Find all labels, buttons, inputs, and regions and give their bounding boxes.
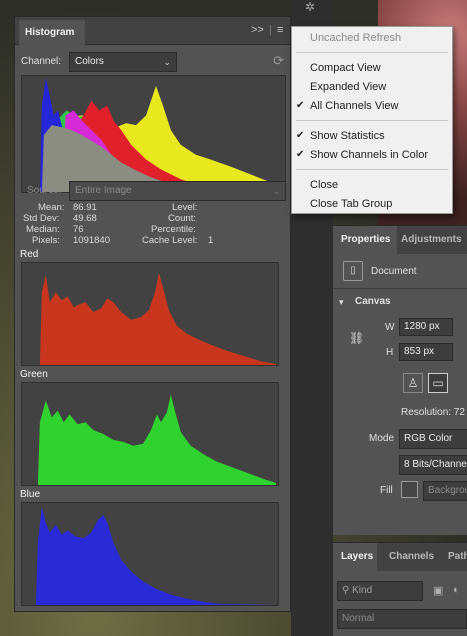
chevron-down-icon: ⌄ <box>272 186 280 196</box>
tab-layers[interactable]: Layers <box>333 543 377 571</box>
red-histogram-area <box>39 272 277 365</box>
refresh-icon[interactable]: ⟳ <box>273 53 284 69</box>
channel-select[interactable]: Colors ⌄ <box>69 52 177 72</box>
source-select-value: Entire Image <box>75 185 132 196</box>
fill-select[interactable]: Background <box>423 481 467 501</box>
menu-item-show-statistics[interactable]: Show Statistics <box>310 130 385 142</box>
properties-tab-bar: Properties Adjustments <box>333 226 467 254</box>
count-label: Count: <box>168 213 196 224</box>
pixels-label: Pixels: <box>32 235 60 246</box>
checkmark-icon: ✔ <box>296 149 305 160</box>
median-label: Median: <box>26 224 60 235</box>
fill-label: Fill <box>380 485 393 496</box>
blue-histogram <box>21 502 279 606</box>
level-label: Level: <box>172 202 198 213</box>
green-channel-label: Green <box>20 369 48 380</box>
layers-tab-bar: Layers Channels Paths <box>333 543 467 571</box>
blend-mode-select[interactable]: Normal <box>337 609 467 629</box>
portrait-orientation-icon[interactable]: ♙ <box>403 373 423 393</box>
height-field[interactable]: 853 px <box>399 343 453 361</box>
mode-label: Mode <box>369 433 395 444</box>
menu-separator <box>296 169 448 170</box>
menu-item-all-channels-view[interactable]: All Channels View <box>310 100 398 112</box>
tab-properties[interactable]: Properties <box>333 226 397 254</box>
mean-label: Mean: <box>38 202 65 213</box>
std-dev-label: Std Dev: <box>23 213 60 224</box>
layers-panel: Layers Channels Paths ⚲ Kind ▣ ◐ Normal <box>333 542 467 636</box>
tab-channels[interactable]: Channels <box>389 543 434 571</box>
menu-item-expanded-view[interactable]: Expanded View <box>310 81 386 93</box>
cache-level-value: 1 <box>208 235 214 246</box>
percentile-label: Percentile: <box>151 224 196 235</box>
green-histogram-graph <box>37 394 277 485</box>
search-icon: ⚲ <box>342 585 353 596</box>
menu-item-close-tab-group[interactable]: Close Tab Group <box>310 198 392 210</box>
canvas-section-title: Canvas <box>355 296 391 307</box>
cache-level-label: Cache Level: <box>142 235 198 246</box>
document-label: Document <box>371 266 417 277</box>
green-histogram <box>21 382 279 486</box>
landscape-orientation-icon[interactable]: ▭ <box>428 373 448 393</box>
collapse-panel-button[interactable]: >> <box>251 24 264 36</box>
source-select[interactable]: Entire Image ⌄ <box>69 181 286 201</box>
menu-item-close[interactable]: Close <box>310 179 338 191</box>
section-divider <box>333 288 467 289</box>
fill-color-swatch[interactable] <box>401 481 418 498</box>
tab-divider: | <box>269 24 272 36</box>
median-value: 76 <box>73 224 84 235</box>
blue-histogram-graph <box>35 506 277 605</box>
menu-separator <box>296 120 448 121</box>
pixels-value: 1091840 <box>73 235 110 246</box>
chevron-down-icon: ⌄ <box>163 57 171 67</box>
red-histogram <box>21 262 279 366</box>
green-histogram-area <box>37 394 277 485</box>
blue-channel-label: Blue <box>20 489 41 500</box>
menu-separator <box>296 52 448 53</box>
checkmark-icon: ✔ <box>296 100 305 111</box>
canvas-chevron-down-icon[interactable]: ▾ <box>339 297 344 308</box>
tab-paths[interactable]: Paths <box>448 543 467 571</box>
image-filter-icon[interactable]: ▣ <box>433 584 443 597</box>
document-icon: ▯ <box>343 261 363 281</box>
composite-histogram-graph <box>39 77 284 192</box>
channel-select-value: Colors <box>75 56 104 67</box>
red-histogram-graph <box>39 272 277 365</box>
source-label: Source: <box>27 185 62 196</box>
panel-menu-button[interactable]: ≡ <box>277 24 283 36</box>
menu-item-show-channels-in-color[interactable]: Show Channels in Color <box>310 149 428 161</box>
blue-histogram-area <box>35 506 277 605</box>
std-dev-value: 49.68 <box>73 213 97 224</box>
star-icon[interactable]: ✲ <box>305 0 315 14</box>
histogram-panel: Histogram >> | ≡ Channel: Colors ⌄ ⟳ Sou… <box>14 16 291 612</box>
properties-panel: Properties Adjustments ▯ Document ▾ Canv… <box>333 225 467 535</box>
width-label: W <box>385 322 395 333</box>
menu-item-uncached-refresh[interactable]: Uncached Refresh <box>310 32 401 44</box>
link-icon[interactable]: ⛓ <box>349 331 364 345</box>
histogram-tab-bar: Histogram >> | ≡ <box>15 17 290 45</box>
checkmark-icon: ✔ <box>296 130 305 141</box>
tab-histogram[interactable]: Histogram <box>19 20 85 45</box>
statistics-block: Mean: 86.91 Level: Std Dev: 49.68 Count:… <box>21 202 286 246</box>
mean-value: 86.91 <box>73 202 97 213</box>
adjustment-filter-icon[interactable]: ◐ <box>453 584 460 596</box>
bit-depth-select[interactable]: 8 Bits/Channel <box>399 455 467 475</box>
resolution-label: Resolution: 72 <box>401 407 465 418</box>
red-channel-label: Red <box>20 249 39 260</box>
tab-adjustments[interactable]: Adjustments <box>401 226 462 254</box>
layer-kind-filter[interactable]: ⚲ Kind <box>337 581 423 601</box>
channel-row: Channel: Colors ⌄ ⟳ <box>21 52 284 72</box>
width-field[interactable]: 1280 px <box>399 318 453 336</box>
kind-filter-label: Kind <box>352 585 373 596</box>
composite-histogram <box>21 75 286 193</box>
height-label: H <box>386 347 394 358</box>
histogram-panel-menu: Uncached Refresh Compact View Expanded V… <box>291 26 453 214</box>
channel-label: Channel: <box>21 56 62 67</box>
menu-item-compact-view[interactable]: Compact View <box>310 62 381 74</box>
mode-select[interactable]: RGB Color <box>399 429 467 449</box>
